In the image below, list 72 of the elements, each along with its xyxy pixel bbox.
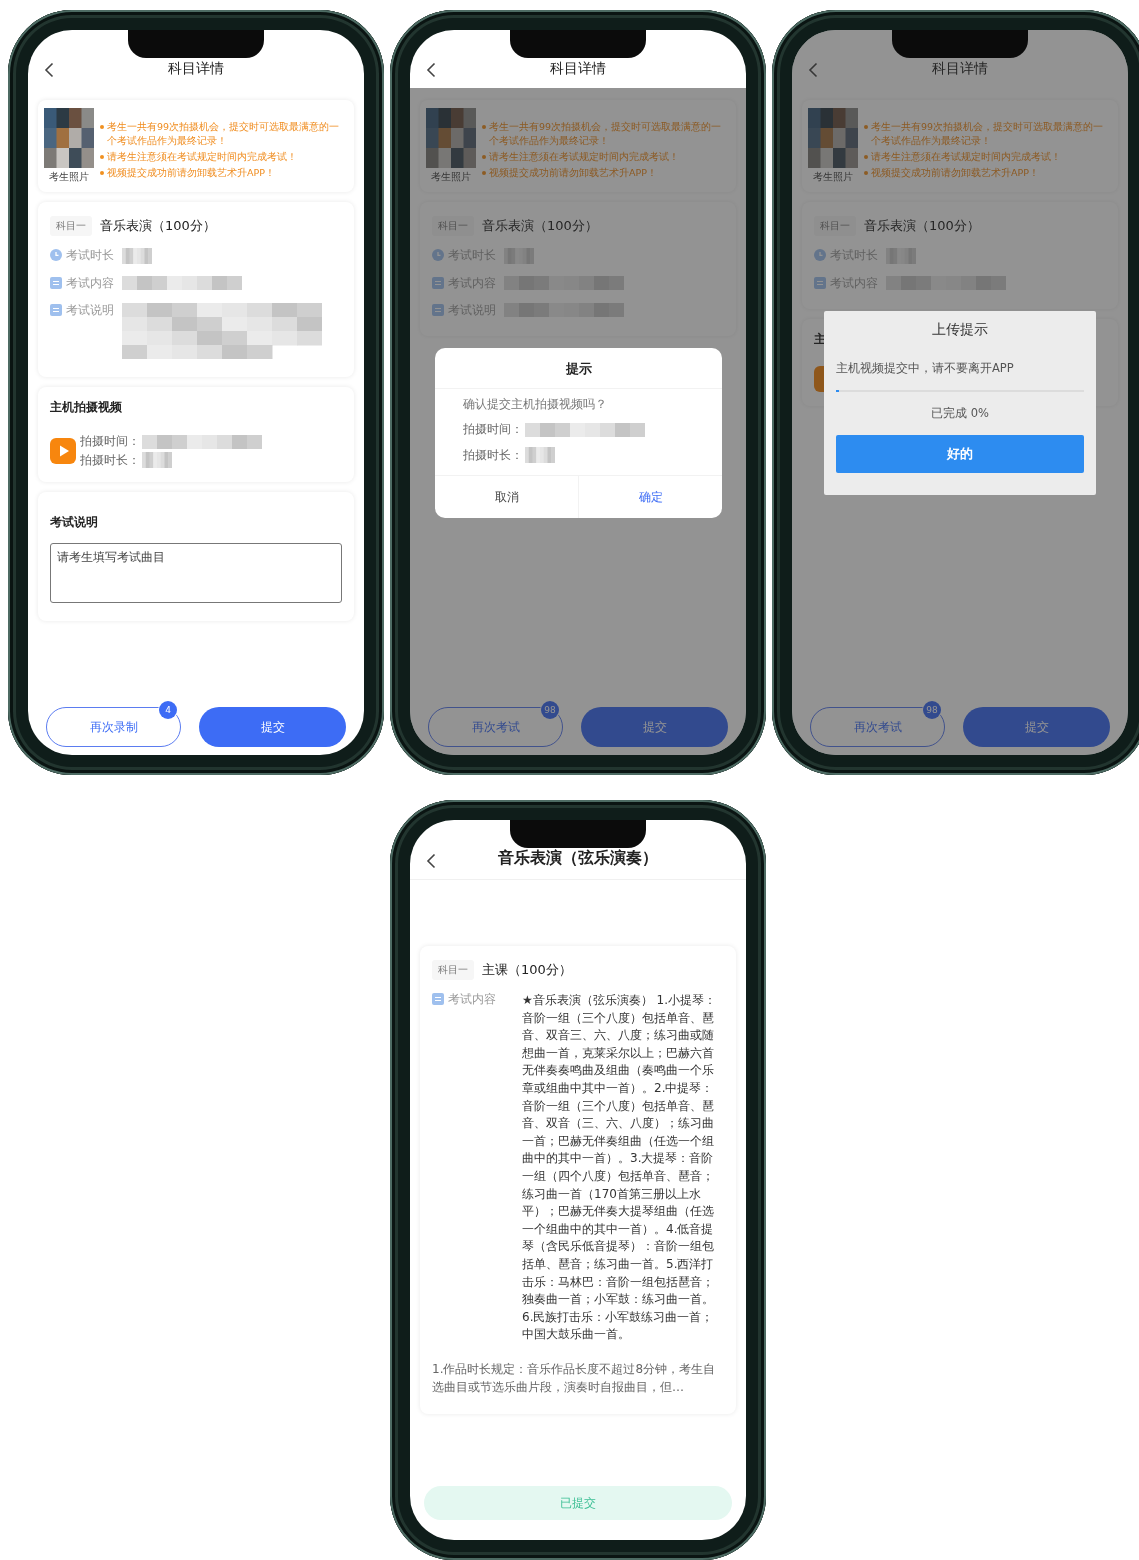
cancel-button[interactable]: 取消: [435, 476, 578, 518]
count-badge: 98: [923, 701, 941, 719]
count-badge: 4: [159, 701, 177, 719]
section-title: 考试说明: [50, 514, 98, 531]
field-label: 拍摄时长：: [80, 452, 140, 468]
count-badge: 98: [541, 701, 559, 719]
notice-text: 考生一共有99次拍摄机会，提交时可选取最满意的一个考试作品作为最终记录！: [107, 120, 341, 148]
field-label: 拍摄时间：: [80, 434, 140, 449]
notice-text: 请考生注意须在考试规定时间内完成考试！: [489, 150, 679, 164]
bullet-dot: [100, 125, 104, 129]
page-title: 科目详情: [931, 60, 989, 78]
subject-title: 音乐表演（100分）: [482, 217, 598, 235]
clock-icon: [50, 249, 62, 261]
field-label: 考试说明: [66, 303, 115, 318]
notice-text: 视频提交成功前请勿卸载艺术升APP！: [871, 166, 1039, 180]
field-value: ★音乐表演（弦乐演奏） 1.小提琴：音阶一组（三个八度）包括单音、琶音、双音三、六、八度；练习曲或随想曲一首，克莱采尔以上；巴赫六首无伴奏奏鸣曲及组曲（奏鸣曲一个乐章或组曲中其中一首）。2.中提琴：音阶一组（三个八度）包括单音、琶音、双音（三、六、八度）；练习曲一首；巴赫无伴奏组曲（任选一个组曲中的其中一首）。3.大提琴：音阶一组（四个八度）包括单音、琶音；练习曲一首（170首第三册以上水平）；巴赫无伴奏大提琴组曲（任选一个组曲中的其中一首）。4.低音提琴（含民乐低音提琴）：音阶一组包括单、琶音；练习曲一首。5.西洋打击乐：马林巴：音阶一组包括琶音；独奏曲一首；小军鼓：练习曲一首。6.民族打击乐：小军鼓练习曲一首；中国大鼓乐曲一首。: [522, 992, 718, 1344]
back-icon[interactable]: [426, 62, 436, 78]
clock-icon: [814, 249, 826, 261]
remark-field[interactable]: 请考生填写考试曲目: [50, 543, 342, 603]
subject-tag: 科目一: [50, 216, 92, 236]
notice-text: 请考生注意须在考试规定时间内完成考试！: [107, 150, 297, 164]
notice-text: 视频提交成功前请勿卸载艺术升APP！: [489, 166, 657, 180]
field-label: 拍摄时长：: [463, 447, 523, 463]
notice-text: 考生一共有99次拍摄机会，提交时可选取最满意的一个考试作品作为最终记录！: [871, 120, 1105, 148]
bullet-dot: [864, 125, 868, 129]
bullet-dot: [864, 171, 868, 175]
bullet-dot: [100, 171, 104, 175]
page-title: 科目详情: [167, 60, 225, 78]
page-title: 科目详情: [549, 60, 607, 78]
ok-button[interactable]: 好的: [836, 435, 1084, 473]
field-label: 拍摄时间：: [463, 422, 523, 437]
photo-caption: 考生照片: [49, 170, 89, 184]
document-icon: [432, 304, 444, 316]
back-icon[interactable]: [44, 62, 54, 78]
subject-title: 音乐表演（100分）: [864, 217, 980, 235]
document-icon: [50, 304, 62, 316]
dialog-title: 提示: [435, 348, 722, 389]
document-icon: [50, 277, 62, 289]
clock-icon: [432, 249, 444, 261]
progress-status: 已完成 0%: [930, 406, 990, 421]
bullet-dot: [100, 155, 104, 159]
confirm-button[interactable]: 确定: [578, 476, 722, 518]
notice-text: 视频提交成功前请勿卸载艺术升APP！: [107, 166, 275, 180]
submit-button[interactable]: 提交: [581, 707, 728, 747]
dialog-message: 确认提交主机拍摄视频吗？: [463, 397, 608, 412]
document-icon: [432, 993, 444, 1005]
submit-button[interactable]: 提交: [199, 707, 346, 747]
submitted-button[interactable]: 已提交: [424, 1486, 732, 1520]
field-label: 考试内容: [448, 992, 497, 1007]
exam-note: 1.作品时长规定：音乐作品长度不超过8分钟，考生自选曲目或节选乐曲片段，演奏时自报曲目，但…: [432, 1360, 717, 1396]
photo-caption: 考生照片: [813, 170, 853, 184]
field-label: 考试时长: [66, 248, 115, 263]
dialog-message: 主机视频提交中，请不要离开APP: [836, 360, 1015, 376]
document-icon: [432, 277, 444, 289]
back-icon[interactable]: [808, 62, 818, 78]
dialog-title: 上传提示: [931, 321, 989, 339]
field-label: 考试内容: [66, 276, 115, 291]
page-title: 音乐表演（弦乐演奏）: [497, 848, 659, 869]
subject-title: 音乐表演（100分）: [100, 217, 216, 235]
document-icon: [814, 277, 826, 289]
section-title: 主机拍摄视频: [50, 399, 122, 416]
subject-title: 主课（100分）: [482, 961, 572, 979]
bullet-dot: [864, 155, 868, 159]
back-icon[interactable]: [426, 853, 436, 869]
subject-tag: 科目一: [432, 960, 474, 980]
bullet-dot: [482, 125, 486, 129]
bullet-dot: [482, 155, 486, 159]
photo-caption: 考生照片: [431, 170, 471, 184]
notice-text: 请考生注意须在考试规定时间内完成考试！: [871, 150, 1061, 164]
submit-button[interactable]: 提交: [963, 707, 1110, 747]
bullet-dot: [482, 171, 486, 175]
notice-text: 考生一共有99次拍摄机会，提交时可选取最满意的一个考试作品作为最终记录！: [489, 120, 723, 148]
